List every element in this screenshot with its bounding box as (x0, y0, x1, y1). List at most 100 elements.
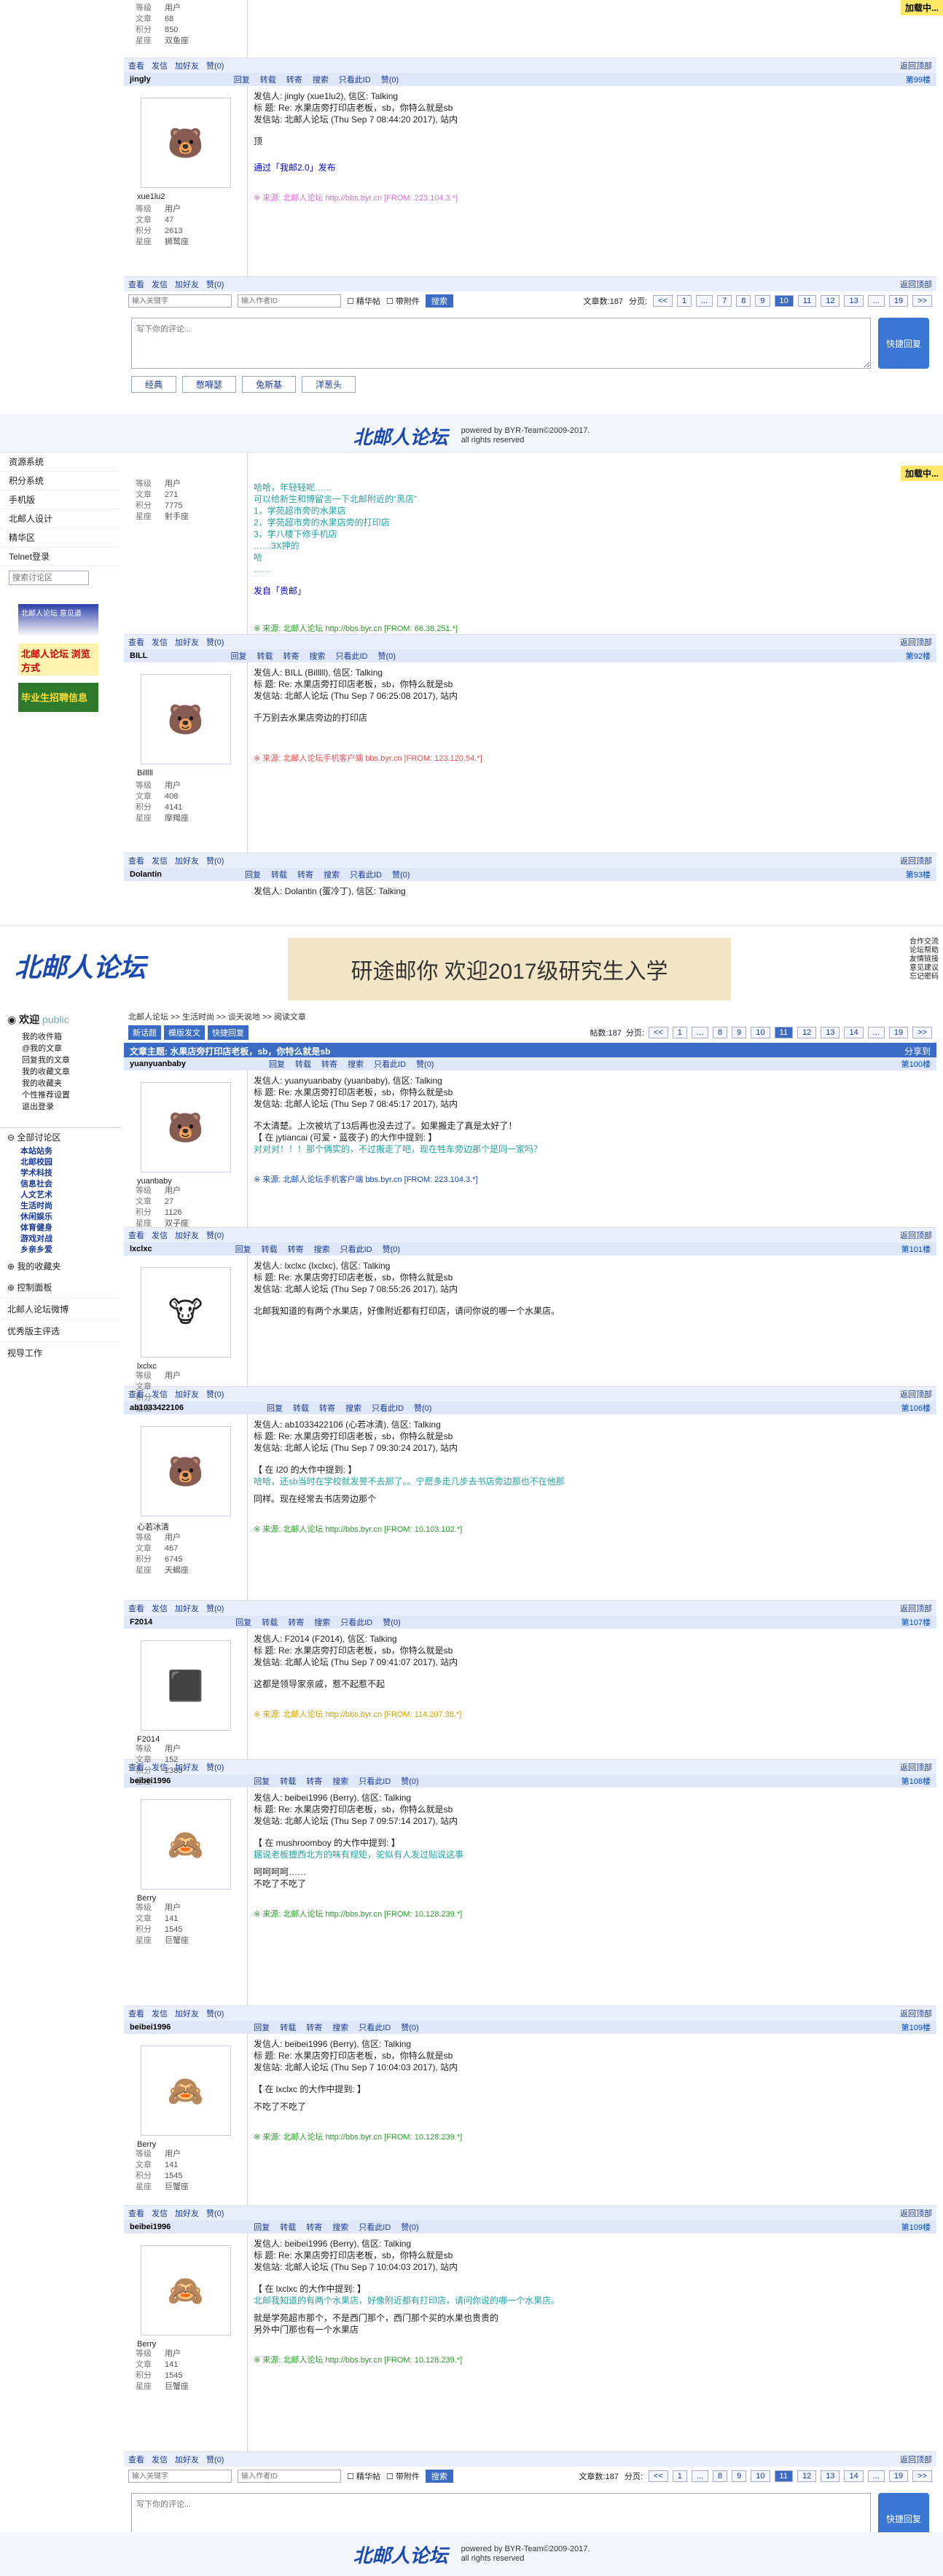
reply-link[interactable]: 回复 (254, 2021, 270, 2033)
author-name[interactable]: yuanyuanbaby (130, 1060, 186, 1068)
transfer-link[interactable]: 转寄 (286, 74, 302, 85)
view-link[interactable]: 查看 (128, 2454, 144, 2465)
view-link[interactable]: 查看 (128, 1602, 144, 1614)
all-boards[interactable]: 全部讨论区 (17, 1132, 60, 1143)
view-link[interactable]: 查看 (128, 2008, 144, 2019)
praise-link[interactable]: 赞(0) (416, 1058, 434, 1070)
search-link[interactable]: 搜索 (332, 2221, 348, 2233)
author-input[interactable] (238, 294, 341, 308)
add-friend-link[interactable]: 加好友 (175, 60, 199, 71)
transfer-link[interactable]: 转寄 (306, 2221, 322, 2233)
page-link[interactable]: 11 (774, 2470, 793, 2482)
reply-link[interactable]: 回复 (234, 74, 250, 85)
author-name[interactable]: beibei1996 (130, 2023, 171, 2032)
msg-link[interactable]: 发信 (152, 1761, 168, 1773)
praise-link[interactable]: 赞(0) (401, 1775, 418, 1787)
transfer-link[interactable]: 转寄 (321, 1058, 337, 1070)
nav-link[interactable]: @我的文章 (22, 1043, 120, 1054)
back-top-link[interactable]: 返回顶部 (900, 278, 932, 290)
page-link[interactable]: >> (912, 295, 932, 307)
reply-link[interactable]: 回复 (235, 1243, 251, 1255)
praise-link[interactable]: 赞(0) (401, 2221, 418, 2233)
page-link[interactable]: 1 (676, 295, 692, 307)
back-top-link[interactable]: 返回顶部 (900, 2008, 932, 2019)
only_author-link[interactable]: 只看此ID (359, 1775, 391, 1787)
site-logo[interactable]: 北邮人论坛 (15, 947, 146, 984)
search-link[interactable]: 搜索 (313, 74, 329, 85)
msg-link[interactable]: 发信 (152, 2008, 168, 2019)
add-friend-link[interactable]: 加好友 (175, 278, 199, 290)
transfer-link[interactable]: 转寄 (306, 2021, 322, 2033)
page-link[interactable]: ... (696, 295, 713, 307)
author-name[interactable]: lxclxc (130, 1245, 152, 1253)
back-top-link[interactable]: 返回顶部 (900, 60, 932, 71)
page-link[interactable]: 9 (732, 2470, 747, 2482)
page-link[interactable]: 19 (888, 2470, 909, 2482)
friend-link[interactable]: 加好友 (175, 2008, 199, 2019)
forward-link[interactable]: 转载 (262, 1616, 278, 1628)
reply-link[interactable]: 回复 (269, 1058, 285, 1070)
back-top-link[interactable]: 返回顶部 (900, 1229, 932, 1241)
msg-link[interactable]: 发信 (152, 2454, 168, 2465)
back-top-link[interactable]: 返回顶部 (900, 1602, 932, 1614)
transfer-link[interactable]: 转寄 (288, 1243, 304, 1255)
page-link[interactable]: << (653, 295, 673, 307)
back-top-link[interactable]: 返回顶部 (900, 636, 932, 648)
page-link[interactable]: 12 (821, 295, 840, 307)
board-category[interactable]: 休闲娱乐 (20, 1212, 120, 1223)
search-button[interactable]: 搜索 (425, 294, 453, 308)
quick-reply-button[interactable]: 快捷回复 (878, 318, 929, 369)
view-link[interactable]: 查看 (128, 1761, 144, 1773)
page-link[interactable]: 8 (713, 1027, 728, 1038)
page-link[interactable]: ... (867, 2470, 885, 2482)
page-link[interactable]: ... (867, 295, 885, 307)
msg-link[interactable]: 发信 (152, 278, 168, 290)
search-link[interactable]: 搜索 (314, 1243, 330, 1255)
reply-link[interactable]: 回复 (254, 1775, 270, 1787)
only-author-link[interactable]: 只看此ID (339, 74, 371, 85)
page-link[interactable]: 9 (732, 1027, 747, 1038)
nav-link[interactable]: 退出登录 (22, 1101, 120, 1113)
back-top-link[interactable]: 返回顶部 (900, 1388, 932, 1400)
forward-link[interactable]: 转载 (280, 2021, 296, 2033)
toolbar-button[interactable]: 新话题 (128, 1025, 161, 1040)
praise-link[interactable]: 赞(0) (206, 1229, 224, 1241)
author-name[interactable]: F2014 (130, 1618, 152, 1626)
page-link[interactable]: ... (691, 1027, 709, 1038)
forward-link[interactable]: 转载 (262, 1243, 278, 1255)
praise-link[interactable]: 赞(0) (414, 1402, 431, 1414)
praise-link[interactable]: 赞(0) (206, 60, 224, 71)
page-link[interactable]: 1 (672, 1027, 687, 1038)
sidebar-item[interactable]: 北邮人设计 (0, 509, 120, 528)
banner-ad[interactable]: 研途邮你 欢迎2017级研究生入学 (288, 938, 731, 1001)
back-top-link[interactable]: 返回顶部 (900, 2454, 932, 2465)
search-link[interactable]: 搜索 (332, 1775, 348, 1787)
forward-link[interactable]: 转载 (280, 2221, 296, 2233)
page-link[interactable]: 13 (821, 2470, 840, 2482)
page-link[interactable]: ... (691, 2470, 709, 2482)
search-link[interactable]: 搜索 (348, 1058, 364, 1070)
forward-link[interactable]: 转载 (280, 1775, 296, 1787)
nav-link[interactable]: 我的收藏文章 (22, 1066, 120, 1078)
msg-link[interactable]: 发信 (152, 1602, 168, 1614)
emoji-tab[interactable]: 兔斯基 (242, 376, 297, 393)
page-link[interactable]: 12 (797, 1027, 817, 1038)
reply-textarea[interactable] (131, 318, 871, 369)
friend-link[interactable]: 加好友 (175, 2207, 199, 2219)
board-category[interactable]: 学术科技 (20, 1168, 120, 1179)
toolbar-button[interactable]: 模版发文 (164, 1025, 205, 1040)
page-link[interactable]: 11 (774, 1027, 793, 1038)
nav-extra-item[interactable]: 优秀版主评选 (0, 1320, 120, 1342)
nav-link[interactable]: 我的收件箱 (22, 1031, 120, 1043)
praise-link[interactable]: 赞(0) (206, 2207, 224, 2219)
author-name[interactable]: beibei1996 (130, 1777, 171, 1785)
praise-link[interactable]: 赞(0) (206, 1602, 224, 1614)
emoji-tab[interactable]: 洋葱头 (302, 376, 356, 393)
only_author-link[interactable]: 只看此ID (340, 1616, 372, 1628)
board-category[interactable]: 乡亲乡爱 (20, 1245, 120, 1256)
only_author-link[interactable]: 只看此ID (374, 1058, 406, 1070)
page-link[interactable]: 1 (672, 2470, 687, 2482)
nav-link[interactable]: 回复我的文章 (22, 1054, 120, 1066)
page-link[interactable]: 8 (713, 2470, 728, 2482)
friend-link[interactable]: 加好友 (175, 1602, 199, 1614)
